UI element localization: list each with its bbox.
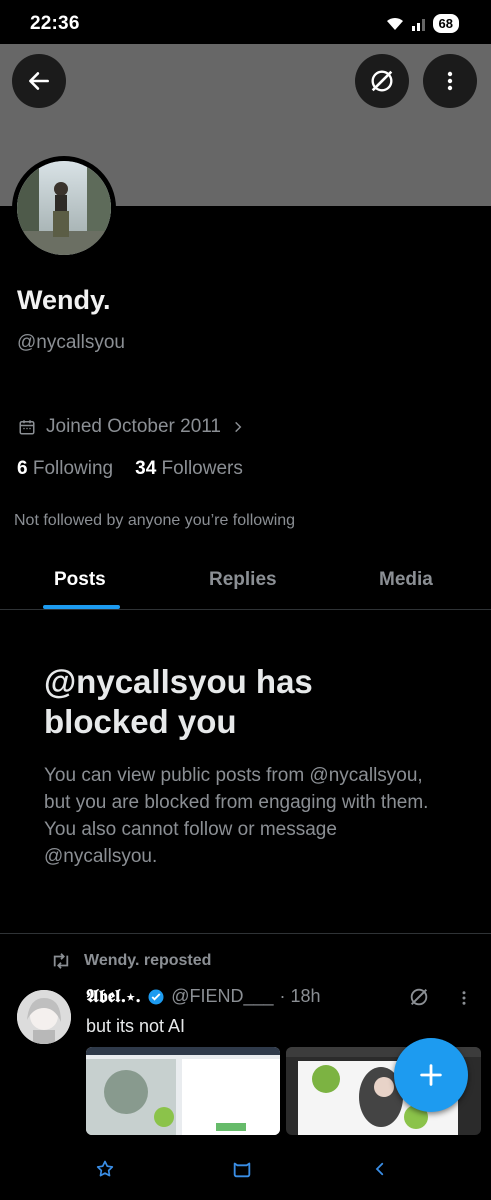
post-author-avatar[interactable]: [17, 990, 71, 1044]
followers-count: 34: [135, 458, 157, 479]
more-options-button[interactable]: [423, 54, 477, 108]
section-divider: [0, 933, 491, 934]
nav-home-button[interactable]: [230, 1157, 254, 1181]
joined-date-row[interactable]: Joined October 2011: [18, 416, 245, 438]
followers-label: Followers: [161, 458, 243, 479]
battery-indicator: 68: [432, 14, 459, 33]
post-header: 𝕬𝖇𝖊𝖑.⋆. @FIEND___ · 18h: [86, 986, 321, 1007]
back-arrow-icon: [29, 72, 49, 90]
post-avatar-photo: [17, 990, 71, 1044]
plus-icon: [420, 1064, 442, 1086]
post-time: · 18h: [279, 986, 321, 1006]
back-nav-icon: [375, 1162, 384, 1176]
signal-icon: [411, 18, 425, 31]
joined-date: Joined October 2011: [46, 416, 221, 437]
post-image-1[interactable]: [86, 1047, 280, 1135]
chevron-right-icon: [235, 421, 242, 433]
following-count: 6: [17, 458, 28, 479]
star-icon: [96, 1160, 114, 1177]
system-nav-bar: [0, 1135, 491, 1200]
nav-back-button[interactable]: [368, 1157, 392, 1181]
not-followed-notice: Not followed by anyone you’re following: [14, 512, 296, 529]
post-text: but its not AI: [86, 1016, 186, 1036]
more-vertical-icon: [462, 991, 466, 1005]
home-icon: [233, 1162, 251, 1178]
screenshot-thumbnail: [86, 1047, 280, 1135]
tab-replies[interactable]: Replies: [209, 569, 277, 591]
compose-post-button[interactable]: [394, 1038, 468, 1112]
tab-posts[interactable]: Posts: [54, 569, 106, 591]
status-bar: 22:36 68: [0, 0, 491, 44]
post-grok-button[interactable]: [408, 986, 430, 1013]
repost-context[interactable]: Wendy. reposted: [50, 952, 211, 970]
nav-star-button[interactable]: [93, 1157, 117, 1181]
tab-media[interactable]: Media: [379, 569, 433, 591]
following-label: Following: [32, 458, 114, 479]
calendar-icon: [19, 420, 35, 435]
verified-badge-icon: [148, 989, 164, 1004]
status-icons: 68: [385, 14, 459, 33]
profile-display-name: Wendy.: [17, 285, 111, 315]
post-author-name[interactable]: 𝕬𝖇𝖊𝖑.⋆.: [86, 986, 141, 1007]
grok-button[interactable]: [355, 54, 409, 108]
followers-link[interactable]: 34 Followers: [135, 458, 243, 480]
blocked-title: @nycallsyou has blocked you: [44, 663, 313, 740]
follow-stats: 6 Following 34 Followers: [17, 458, 243, 480]
profile-handle: @nycallsyou: [17, 332, 125, 353]
grok-icon: [371, 70, 393, 92]
grok-icon: [410, 988, 428, 1006]
following-link[interactable]: 6 Following: [17, 458, 113, 480]
repost-icon: [53, 953, 69, 969]
avatar-photo: [17, 161, 111, 255]
post-author-handle[interactable]: @FIEND___: [171, 986, 273, 1007]
profile-avatar[interactable]: [17, 161, 111, 255]
wifi-icon: [386, 17, 403, 30]
active-tab-indicator: [43, 605, 120, 609]
blocked-description: You can view public posts from @nycallsy…: [44, 765, 429, 867]
back-button[interactable]: [12, 54, 66, 108]
profile-avatar-frame[interactable]: [12, 156, 116, 260]
post-more-button[interactable]: [455, 988, 473, 1013]
more-vertical-icon: [447, 71, 453, 91]
profile-tabs: Posts Replies Media: [0, 556, 491, 610]
repost-label: Wendy. reposted: [84, 952, 212, 969]
status-time: 22:36: [30, 13, 80, 34]
